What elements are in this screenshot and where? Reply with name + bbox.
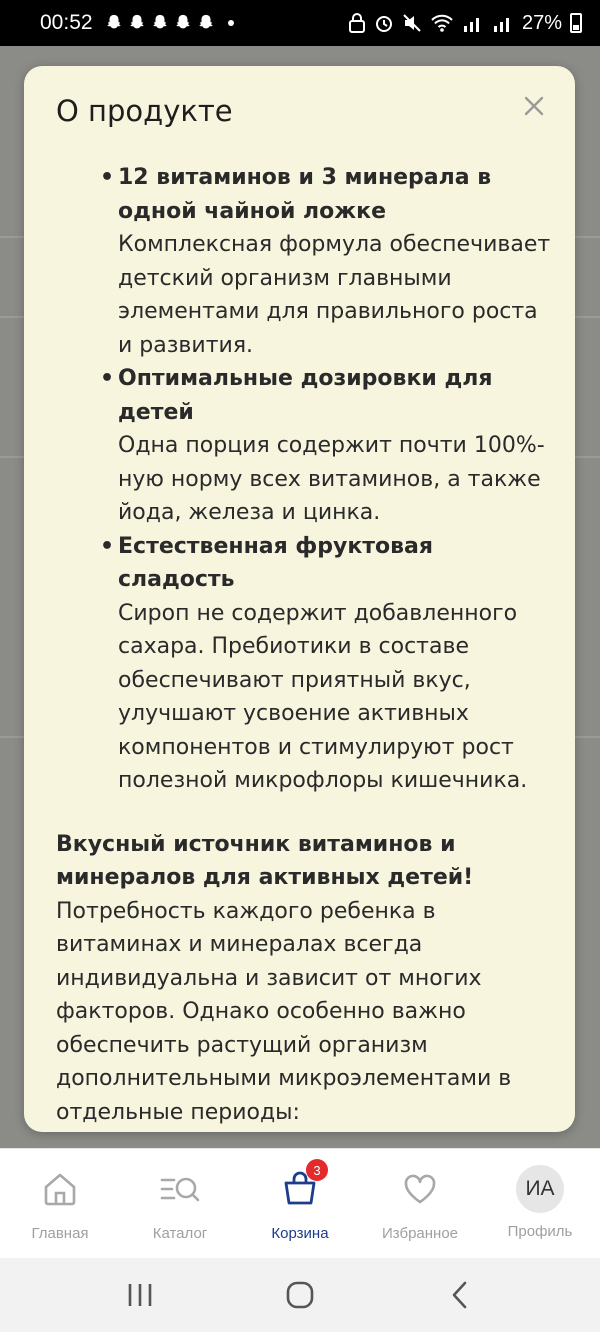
signal-icon <box>463 18 479 32</box>
snapchat-icon <box>152 14 167 29</box>
avatar: ИА <box>516 1165 564 1213</box>
nav-profile[interactable]: ИА Профиль <box>480 1149 600 1258</box>
nav-label: Главная <box>31 1225 89 1242</box>
nav-label: Каталог <box>152 1225 208 1242</box>
feature-title: Естественная фруктовая сладость <box>118 533 434 593</box>
heart-icon <box>404 1174 436 1204</box>
feature-item: 12 витаминов и 3 минерала в одной чайной… <box>100 161 556 362</box>
signal-icon <box>493 18 509 32</box>
feature-text: Комплексная формула обеспечивает детский… <box>118 232 551 358</box>
feature-item: Оптимальные дозировки для детей Одна пор… <box>100 362 556 530</box>
nav-label: Избранное <box>381 1225 459 1242</box>
feature-text: Сироп не содержит добавленного сахара. П… <box>118 600 528 794</box>
wifi-icon <box>431 14 453 32</box>
system-status: 27% <box>348 12 582 35</box>
system-navigation-bar <box>0 1258 600 1332</box>
paragraph-text: Потребность каждого ребенка в витаминах … <box>56 898 512 1125</box>
close-button[interactable] <box>520 92 548 120</box>
battery-icon <box>570 13 582 33</box>
notification-icons <box>105 14 234 32</box>
recent-apps-button[interactable] <box>110 1275 170 1315</box>
nav-favorites[interactable]: Избранное <box>360 1149 480 1258</box>
bottom-navigation: Главная Каталог 3 Корзина Избранное ИА П… <box>0 1148 600 1258</box>
snapchat-icon <box>175 14 190 29</box>
alarm-icon <box>375 16 392 32</box>
nav-home[interactable]: Главная <box>0 1149 120 1258</box>
recent-apps-icon <box>128 1284 152 1306</box>
snapchat-icon <box>129 14 144 29</box>
catalog-search-icon <box>160 1177 200 1202</box>
nav-catalog[interactable]: Каталог <box>120 1149 240 1258</box>
cart-badge: 3 <box>306 1159 328 1181</box>
back-button[interactable] <box>430 1275 490 1315</box>
home-icon <box>44 1173 76 1206</box>
status-time: 00:52 <box>40 11 93 34</box>
snapchat-icon <box>198 14 213 29</box>
lock-icon <box>348 13 365 33</box>
battery-percent: 27% <box>521 11 562 34</box>
feature-item: Естественная фруктовая сладость Сироп не… <box>100 530 556 798</box>
status-bar: 00:52 27% <box>0 0 600 46</box>
description-paragraph: Вкусный источник витаминов и минералов д… <box>56 828 556 1130</box>
home-circle-icon <box>286 1281 314 1309</box>
more-notifications-dot <box>227 20 234 26</box>
feature-title: 12 витаминов и 3 минерала в одной чайной… <box>118 165 492 224</box>
feature-title: Оптимальные дозировки для детей <box>118 366 493 425</box>
nav-label: Профиль <box>507 1223 573 1240</box>
nav-cart[interactable]: 3 Корзина <box>240 1149 360 1258</box>
feature-list: 12 витаминов и 3 минерала в одной чайной… <box>56 161 556 798</box>
feature-text: Одна порция содержит почти 100%-ную норм… <box>118 433 545 525</box>
back-icon <box>452 1281 467 1309</box>
mute-icon <box>403 14 421 32</box>
modal-title: О продукте <box>56 94 233 128</box>
product-info-modal: О продукте 12 витаминов и 3 минерала в о… <box>24 66 575 1132</box>
snapchat-icon <box>106 14 121 29</box>
paragraph-title: Вкусный источник витаминов и минералов д… <box>56 831 474 891</box>
home-button[interactable] <box>270 1275 330 1315</box>
nav-label: Корзина <box>271 1225 329 1242</box>
close-icon <box>524 96 544 116</box>
modal-body: 12 витаминов и 3 минерала в одной чайной… <box>56 161 556 1129</box>
